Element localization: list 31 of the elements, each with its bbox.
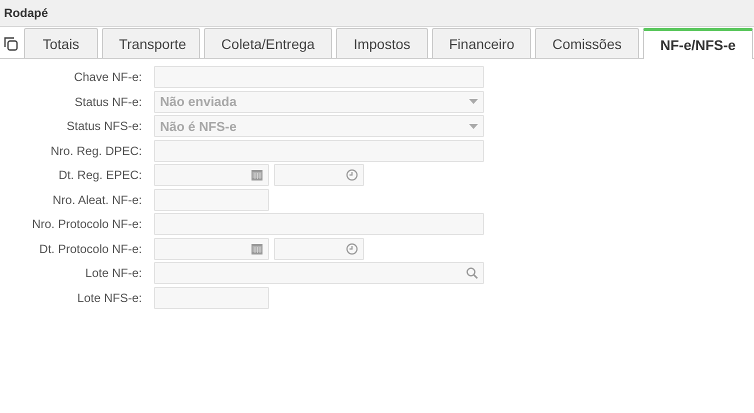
date-field[interactable] [154,164,269,186]
tab[interactable]: Impostos [336,28,428,58]
caret-icon [469,99,478,104]
date-field[interactable] [154,238,269,260]
tab[interactable]: Totais [24,28,98,58]
tab[interactable]: Financeiro [432,28,531,58]
time-field[interactable] [274,238,364,260]
field-label: Nro. Reg. DPEC: [50,144,142,158]
tab[interactable]: NF-e/NFS-e [643,28,753,59]
tab[interactable]: Transporte [102,28,200,58]
field-label: Status NF-e: [74,94,142,108]
field-label: Dt. Reg. EPEC: [58,168,142,182]
tab[interactable]: Coleta/Entrega [204,28,332,58]
copy-icon[interactable] [4,36,18,50]
tab[interactable]: Comissões [535,28,639,58]
field-label: Dt. Protocolo NF-e: [38,242,142,256]
search-icon[interactable] [466,267,478,279]
field-label: Nro. Aleat. NF-e: [52,192,142,206]
clock-icon[interactable] [346,242,358,254]
time-field[interactable] [274,164,364,186]
field-label: Nro. Protocolo NF-e: [30,217,142,231]
field-label: Status NFS-e: [66,119,142,133]
clock-icon[interactable] [346,169,358,181]
calendar-icon[interactable] [251,242,263,254]
search-field[interactable] [154,262,484,284]
panel-title: Rodapé [4,6,48,20]
field-label: Chave NF-e: [72,70,142,84]
field-label: Lote NFS-e: [76,290,142,304]
calendar-icon[interactable] [251,169,263,181]
field-label: Lote NF-e: [84,266,142,280]
caret-icon [469,124,478,128]
